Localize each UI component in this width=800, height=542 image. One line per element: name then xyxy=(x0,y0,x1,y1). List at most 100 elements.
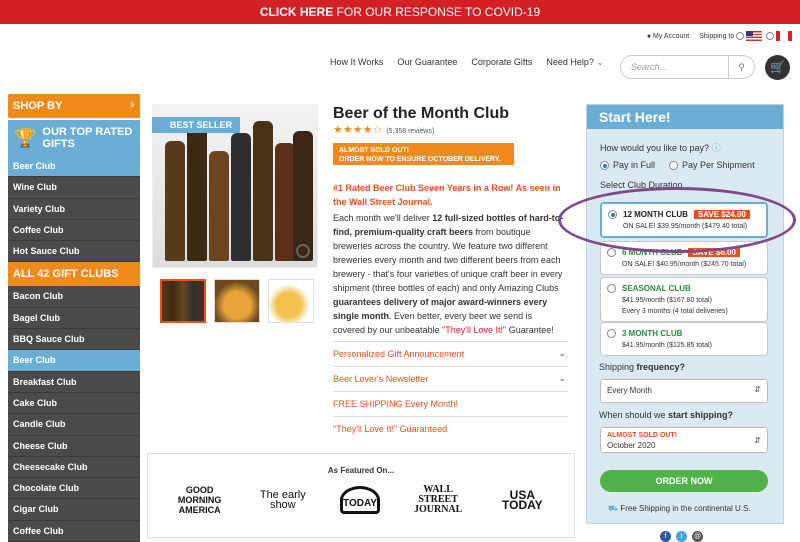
pay-in-full-radio[interactable] xyxy=(600,161,609,171)
bottle-1 xyxy=(165,141,185,261)
sidebar-item-bacon-club[interactable]: Bacon Club xyxy=(8,286,140,308)
chevron-down-icon: ⌄ xyxy=(558,348,566,358)
desc-part-6: "They'll Love It!" xyxy=(442,325,507,335)
order-now-button[interactable]: ORDER NOW xyxy=(600,470,768,492)
covid-banner[interactable]: CLICK HERE FOR OUR RESPONSE TO COVID-19 xyxy=(0,0,800,24)
accordion-label: Beer Lover's Newsletter xyxy=(333,374,429,384)
shop-by-header[interactable]: SHOP BY › xyxy=(8,94,140,118)
start-value: October 2020 xyxy=(607,441,656,450)
logo-gma: GOOD MORNING AMERICA xyxy=(177,485,222,515)
soldout-banner: ALMOST SOLD OUT! ORDER NOW TO ENSURE OCT… xyxy=(333,143,514,165)
nav-corporate-gifts[interactable]: Corporate Gifts xyxy=(471,57,532,68)
bottle-4 xyxy=(231,133,251,261)
option-3-radio[interactable] xyxy=(607,329,616,338)
start-warn: ALMOST SOLD OUT! xyxy=(607,432,677,439)
free-shipping-text: Free Shipping in the continental U.S. xyxy=(620,504,751,513)
account-link[interactable]: ● My Account xyxy=(647,33,689,40)
desc-part-7: Guarantee! xyxy=(506,325,554,335)
sidebar-item-cigar-club[interactable]: Cigar Club xyxy=(8,499,140,521)
search-input[interactable]: Search... ⚲ xyxy=(620,55,755,79)
start-label: When should we start shipping? xyxy=(599,410,733,420)
option-seasonal-price: $41.95/month ($167.80 total) xyxy=(622,297,712,304)
option-6-price: ON SALE! $40.95/month ($245.70 total) xyxy=(622,261,747,268)
highlight-ellipse xyxy=(558,187,796,253)
featured-on: As Featured On... GOOD MORNING AMERICA T… xyxy=(147,453,575,538)
sidebar-item-beer-club[interactable]: Beer Club xyxy=(8,156,140,178)
thumbnail-bottles[interactable] xyxy=(160,279,206,323)
sidebar-item-hot-sauce-club[interactable]: Hot Sauce Club xyxy=(8,241,140,263)
desc-part-1: Each month we'll deliver xyxy=(333,213,433,223)
sidebar-item-candle-club[interactable]: Candle Club xyxy=(8,414,140,436)
freq-label-1: Shipping xyxy=(599,362,637,372)
accordion-guarantee[interactable]: "They'll Love It!" Guaranteed xyxy=(333,416,568,441)
sidebar-item-chocolate-club[interactable]: Chocolate Club xyxy=(8,478,140,500)
cart-icon[interactable]: 🛒 xyxy=(765,55,790,80)
thumbnail-beer-glass[interactable] xyxy=(214,279,260,323)
pay-per-shipment-radio[interactable] xyxy=(669,161,679,171)
sidebar-item-breakfast-club[interactable]: Breakfast Club xyxy=(8,371,140,393)
press-logos: GOOD MORNING AMERICA The early show TODA… xyxy=(148,485,574,516)
frequency-select[interactable]: Every Month ⇵ xyxy=(600,379,768,403)
user-icon: ● xyxy=(646,32,652,40)
zoom-icon[interactable] xyxy=(296,244,310,258)
option-3-price: $41.95/month ($125.85 total) xyxy=(622,342,712,349)
nav-how-it-works[interactable]: How It Works xyxy=(330,57,383,68)
sidebar-item-cheesecake-club[interactable]: Cheesecake Club xyxy=(8,456,140,479)
sidebar: SHOP BY › 🏆 OUR TOP RATED GIFTS Beer Club … xyxy=(8,94,140,542)
pay-options: Pay in Full Pay Per Shipment xyxy=(600,160,783,171)
chevron-down-icon: ⌄ xyxy=(596,57,604,67)
sidebar-item-variety-club[interactable]: Variety Club xyxy=(8,198,140,220)
frequency-label: Shipping frequency? xyxy=(599,362,685,372)
bottle-3 xyxy=(209,151,229,261)
us-flag-icon xyxy=(746,31,763,41)
nav-our-guarantee[interactable]: Our Guarantee xyxy=(397,57,457,68)
start-select[interactable]: ALMOST SOLD OUT! October 2020 ⇵ xyxy=(600,427,768,453)
option-6-radio[interactable] xyxy=(607,248,616,257)
ship-ca-radio[interactable] xyxy=(766,32,775,40)
banner-click-here[interactable]: CLICK HERE xyxy=(260,5,333,19)
accordion-gift-announcement[interactable]: Personalized Gift Announcement ⌄ xyxy=(333,341,568,366)
logo-today: TODAY xyxy=(339,486,380,514)
sidebar-item-cake-club[interactable]: Cake Club xyxy=(8,392,140,415)
accordion-newsletter[interactable]: Beer Lover's Newsletter ⌄ xyxy=(333,366,568,391)
soldout-line2: ORDER NOW TO ENSURE OCTOBER DELIVERY. xyxy=(339,156,501,163)
pay-in-full-option[interactable]: Pay in Full xyxy=(600,160,656,171)
help-icon[interactable]: ⓘ xyxy=(712,143,721,153)
email-icon[interactable]: @ xyxy=(692,531,703,542)
top-rated-header: 🏆 OUR TOP RATED GIFTS xyxy=(8,120,140,156)
pay-per-shipment-label: Pay Per Shipment xyxy=(682,160,755,170)
featured-heading: As Featured On... xyxy=(327,466,395,475)
sidebar-item-beer-club-2[interactable]: Beer Club xyxy=(8,350,140,372)
option-seasonal-radio[interactable] xyxy=(607,284,616,293)
thumbnail-strip xyxy=(160,279,314,323)
shipping-to: Shipping to xyxy=(699,31,792,41)
sidebar-item-cheese-club[interactable]: Cheese Club xyxy=(8,435,140,457)
free-shipping-note: ⛟ Free Shipping in the continental U.S. xyxy=(608,504,751,514)
updown-icon: ⇵ xyxy=(754,385,761,394)
sidebar-item-coffee-club-2[interactable]: Coffee Club xyxy=(8,520,140,542)
facebook-icon[interactable]: f xyxy=(660,531,671,542)
option-seasonal[interactable]: SEASONAL CLUB $41.95/month ($167.80 tota… xyxy=(600,277,768,322)
twitter-icon[interactable]: t xyxy=(676,531,687,542)
search-icon[interactable]: ⚲ xyxy=(728,56,754,78)
panel-title: Start Here! xyxy=(587,105,783,129)
sidebar-item-wine-club[interactable]: Wine Club xyxy=(8,177,140,199)
ship-us-radio[interactable] xyxy=(736,32,745,40)
rating-stars[interactable]: ★★★★☆ (5,358 reviews) xyxy=(333,123,434,136)
best-seller-badge: BEST SELLER xyxy=(152,117,241,133)
thumbnail-beer-pint[interactable] xyxy=(268,279,314,323)
sidebar-item-coffee-club[interactable]: Coffee Club xyxy=(8,219,140,242)
option-3-name: 3 MONTH CLUB xyxy=(622,329,683,338)
pay-in-full-label: Pay in Full xyxy=(613,160,656,170)
chevron-down-icon: ⌄ xyxy=(558,373,566,383)
accordion-free-shipping[interactable]: FREE SHIPPING Every Month! xyxy=(333,391,568,416)
option-seasonal-name: SEASONAL CLUB xyxy=(622,284,691,293)
nav-need-help[interactable]: Need Help? ⌄ xyxy=(546,57,604,68)
sidebar-item-bbq-sauce-club[interactable]: BBQ Sauce Club xyxy=(8,329,140,351)
pay-per-shipment-option[interactable]: Pay Per Shipment xyxy=(669,160,755,171)
option-3-month[interactable]: 3 MONTH CLUB $41.95/month ($125.85 total… xyxy=(600,322,768,356)
rated-line: #1 Rated Beer Club Seven Years in a Row!… xyxy=(333,183,561,207)
accordion-label: "They'll Love It!" Guaranteed xyxy=(333,424,448,434)
sidebar-item-bagel-club[interactable]: Bagel Club xyxy=(8,307,140,330)
all-clubs-header[interactable]: ALL 42 GIFT CLUBS xyxy=(8,262,140,287)
